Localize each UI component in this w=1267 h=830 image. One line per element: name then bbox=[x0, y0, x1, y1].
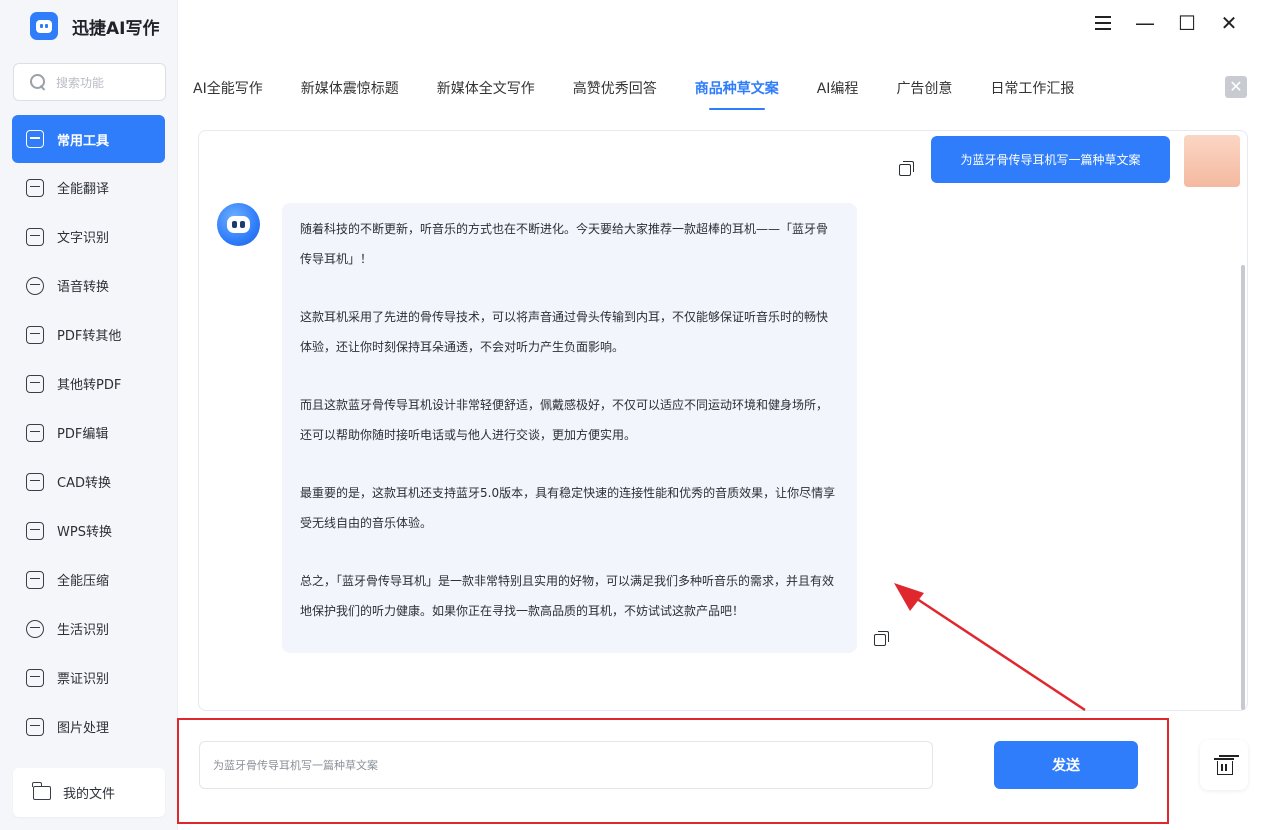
pdf-export-icon bbox=[26, 325, 44, 344]
sidebar-item-pdf-to-other[interactable]: PDF转其他 bbox=[12, 310, 165, 359]
sidebar-item-label: 图片处理 bbox=[57, 721, 110, 736]
sidebar-item-label: 全能压缩 bbox=[57, 574, 110, 589]
bot-paragraph: 最重要的是，这款耳机还支持蓝牙5.0版本，具有稳定快速的连接性能和优秀的音质效果… bbox=[300, 486, 836, 530]
sidebar-item-cad-convert[interactable]: CAD转换 bbox=[12, 457, 165, 506]
cad-icon bbox=[26, 472, 44, 491]
bot-avatar bbox=[217, 203, 260, 246]
bot-paragraph: 这款耳机采用了先进的骨传导技术，可以将声音通过骨头传输到内耳，不仅能够保证听音乐… bbox=[300, 310, 829, 354]
sidebar-item-label: 语音转换 bbox=[57, 280, 110, 295]
copy-icon[interactable] bbox=[899, 161, 914, 176]
pdf-import-icon bbox=[26, 374, 44, 393]
sidebar-item-pdf-edit[interactable]: PDF编辑 bbox=[12, 408, 165, 457]
tab-daily-report[interactable]: 日常工作汇报 bbox=[990, 78, 1074, 110]
sidebar-item-id-recognition[interactable]: 票证识别 bbox=[12, 653, 165, 702]
clear-button[interactable] bbox=[1200, 740, 1248, 790]
bot-paragraph: 总之，「蓝牙骨传导耳机」是一款非常特别且实用的好物，可以满足我们多种听音乐的需求… bbox=[300, 574, 835, 618]
sidebar: 迅捷AI写作 搜索功能 常用工具 全能翻译 文字识别 语音转换 PDF转其他 其… bbox=[0, 0, 178, 830]
search-icon bbox=[30, 74, 46, 90]
tab-shock-title[interactable]: 新媒体震惊标题 bbox=[301, 78, 399, 110]
sidebar-item-common-tools[interactable]: 常用工具 bbox=[12, 115, 165, 163]
sidebar-item-text-recognition[interactable]: 文字识别 bbox=[12, 212, 165, 261]
maximize-icon[interactable]: ☐ bbox=[1177, 11, 1197, 35]
tab-ad-idea[interactable]: 广告创意 bbox=[896, 78, 952, 110]
close-tab-icon[interactable]: ✕ bbox=[1225, 76, 1247, 98]
my-files-label: 我的文件 bbox=[63, 787, 116, 802]
compress-icon bbox=[26, 570, 44, 589]
eye-scan-icon bbox=[26, 619, 44, 638]
bot-message-bubble: 随着科技的不断更新，听音乐的方式也在不断进化。今天要给大家推荐一款超棒的耳机——… bbox=[282, 203, 857, 653]
folder-icon bbox=[32, 781, 51, 800]
prompt-input[interactable]: 为蓝牙骨传导耳机写一篇种草文案 bbox=[199, 741, 933, 789]
voice-icon bbox=[26, 276, 44, 295]
sidebar-item-wps-convert[interactable]: WPS转换 bbox=[12, 506, 165, 555]
chat-scrollbar[interactable] bbox=[1241, 265, 1245, 710]
bot-paragraph: 而且这款蓝牙骨传导耳机设计非常轻便舒适，佩戴感极好，不仅可以适应不同运动环境和健… bbox=[300, 398, 829, 442]
send-button[interactable]: 发送 bbox=[994, 741, 1138, 789]
minimize-icon[interactable]: — bbox=[1135, 11, 1155, 35]
search-input[interactable]: 搜索功能 bbox=[13, 63, 166, 101]
sidebar-item-label: PDF转其他 bbox=[57, 329, 122, 344]
window-controls: — ☐ ✕ bbox=[1093, 11, 1239, 35]
tab-media-fulltext[interactable]: 新媒体全文写作 bbox=[437, 78, 535, 110]
tab-ai-writing[interactable]: AI全能写作 bbox=[193, 78, 263, 110]
sidebar-item-label: 全能翻译 bbox=[57, 182, 110, 197]
sidebar-item-life-recognition[interactable]: 生活识别 bbox=[12, 604, 165, 653]
sidebar-item-label: 常用工具 bbox=[57, 133, 110, 149]
toolbox-icon bbox=[26, 130, 44, 148]
translate-icon bbox=[26, 178, 44, 197]
close-icon[interactable]: ✕ bbox=[1219, 11, 1239, 35]
tab-top-answer[interactable]: 高赞优秀回答 bbox=[573, 78, 657, 110]
user-avatar bbox=[1184, 135, 1240, 187]
sidebar-item-label: 票证识别 bbox=[57, 672, 110, 687]
search-placeholder: 搜索功能 bbox=[56, 75, 105, 90]
user-message-bubble: 为蓝牙骨传导耳机写一篇种草文案 bbox=[931, 136, 1170, 183]
sidebar-item-label: 文字识别 bbox=[57, 231, 110, 246]
robot-logo-icon bbox=[30, 12, 58, 40]
sidebar-item-label: CAD转换 bbox=[57, 476, 111, 491]
text-scan-icon bbox=[26, 227, 44, 246]
feature-tabs: AI全能写作 新媒体震惊标题 新媒体全文写作 高赞优秀回答 商品种草文案 AI编… bbox=[193, 78, 1112, 110]
sidebar-item-compress[interactable]: 全能压缩 bbox=[12, 555, 165, 604]
pdf-edit-icon bbox=[26, 423, 44, 442]
bot-paragraph: 随着科技的不断更新，听音乐的方式也在不断进化。今天要给大家推荐一款超棒的耳机——… bbox=[300, 222, 829, 266]
annotation-arrow bbox=[894, 583, 1086, 712]
menu-icon[interactable] bbox=[1093, 11, 1113, 35]
app-title: 迅捷AI写作 bbox=[72, 18, 160, 39]
id-scan-icon bbox=[26, 668, 44, 687]
sidebar-item-label: WPS转换 bbox=[57, 525, 112, 540]
sidebar-item-label: PDF编辑 bbox=[57, 427, 109, 442]
sidebar-item-voice-convert[interactable]: 语音转换 bbox=[12, 261, 165, 310]
sidebar-item-label: 生活识别 bbox=[57, 623, 110, 638]
app-logo: 迅捷AI写作 bbox=[30, 12, 159, 40]
trash-icon bbox=[1214, 756, 1234, 775]
tab-product-copy[interactable]: 商品种草文案 bbox=[695, 78, 779, 110]
sidebar-item-translate[interactable]: 全能翻译 bbox=[12, 163, 165, 212]
sidebar-item-other-to-pdf[interactable]: 其他转PDF bbox=[12, 359, 165, 408]
wps-icon bbox=[26, 521, 44, 540]
sidebar-item-label: 其他转PDF bbox=[57, 378, 122, 393]
sidebar-item-image-process[interactable]: 图片处理 bbox=[12, 702, 165, 751]
my-files-button[interactable]: 我的文件 bbox=[13, 768, 165, 817]
tab-ai-coding[interactable]: AI编程 bbox=[817, 78, 859, 110]
sidebar-nav: 常用工具 全能翻译 文字识别 语音转换 PDF转其他 其他转PDF PDF编辑 bbox=[12, 115, 165, 751]
image-edit-icon bbox=[26, 717, 44, 736]
